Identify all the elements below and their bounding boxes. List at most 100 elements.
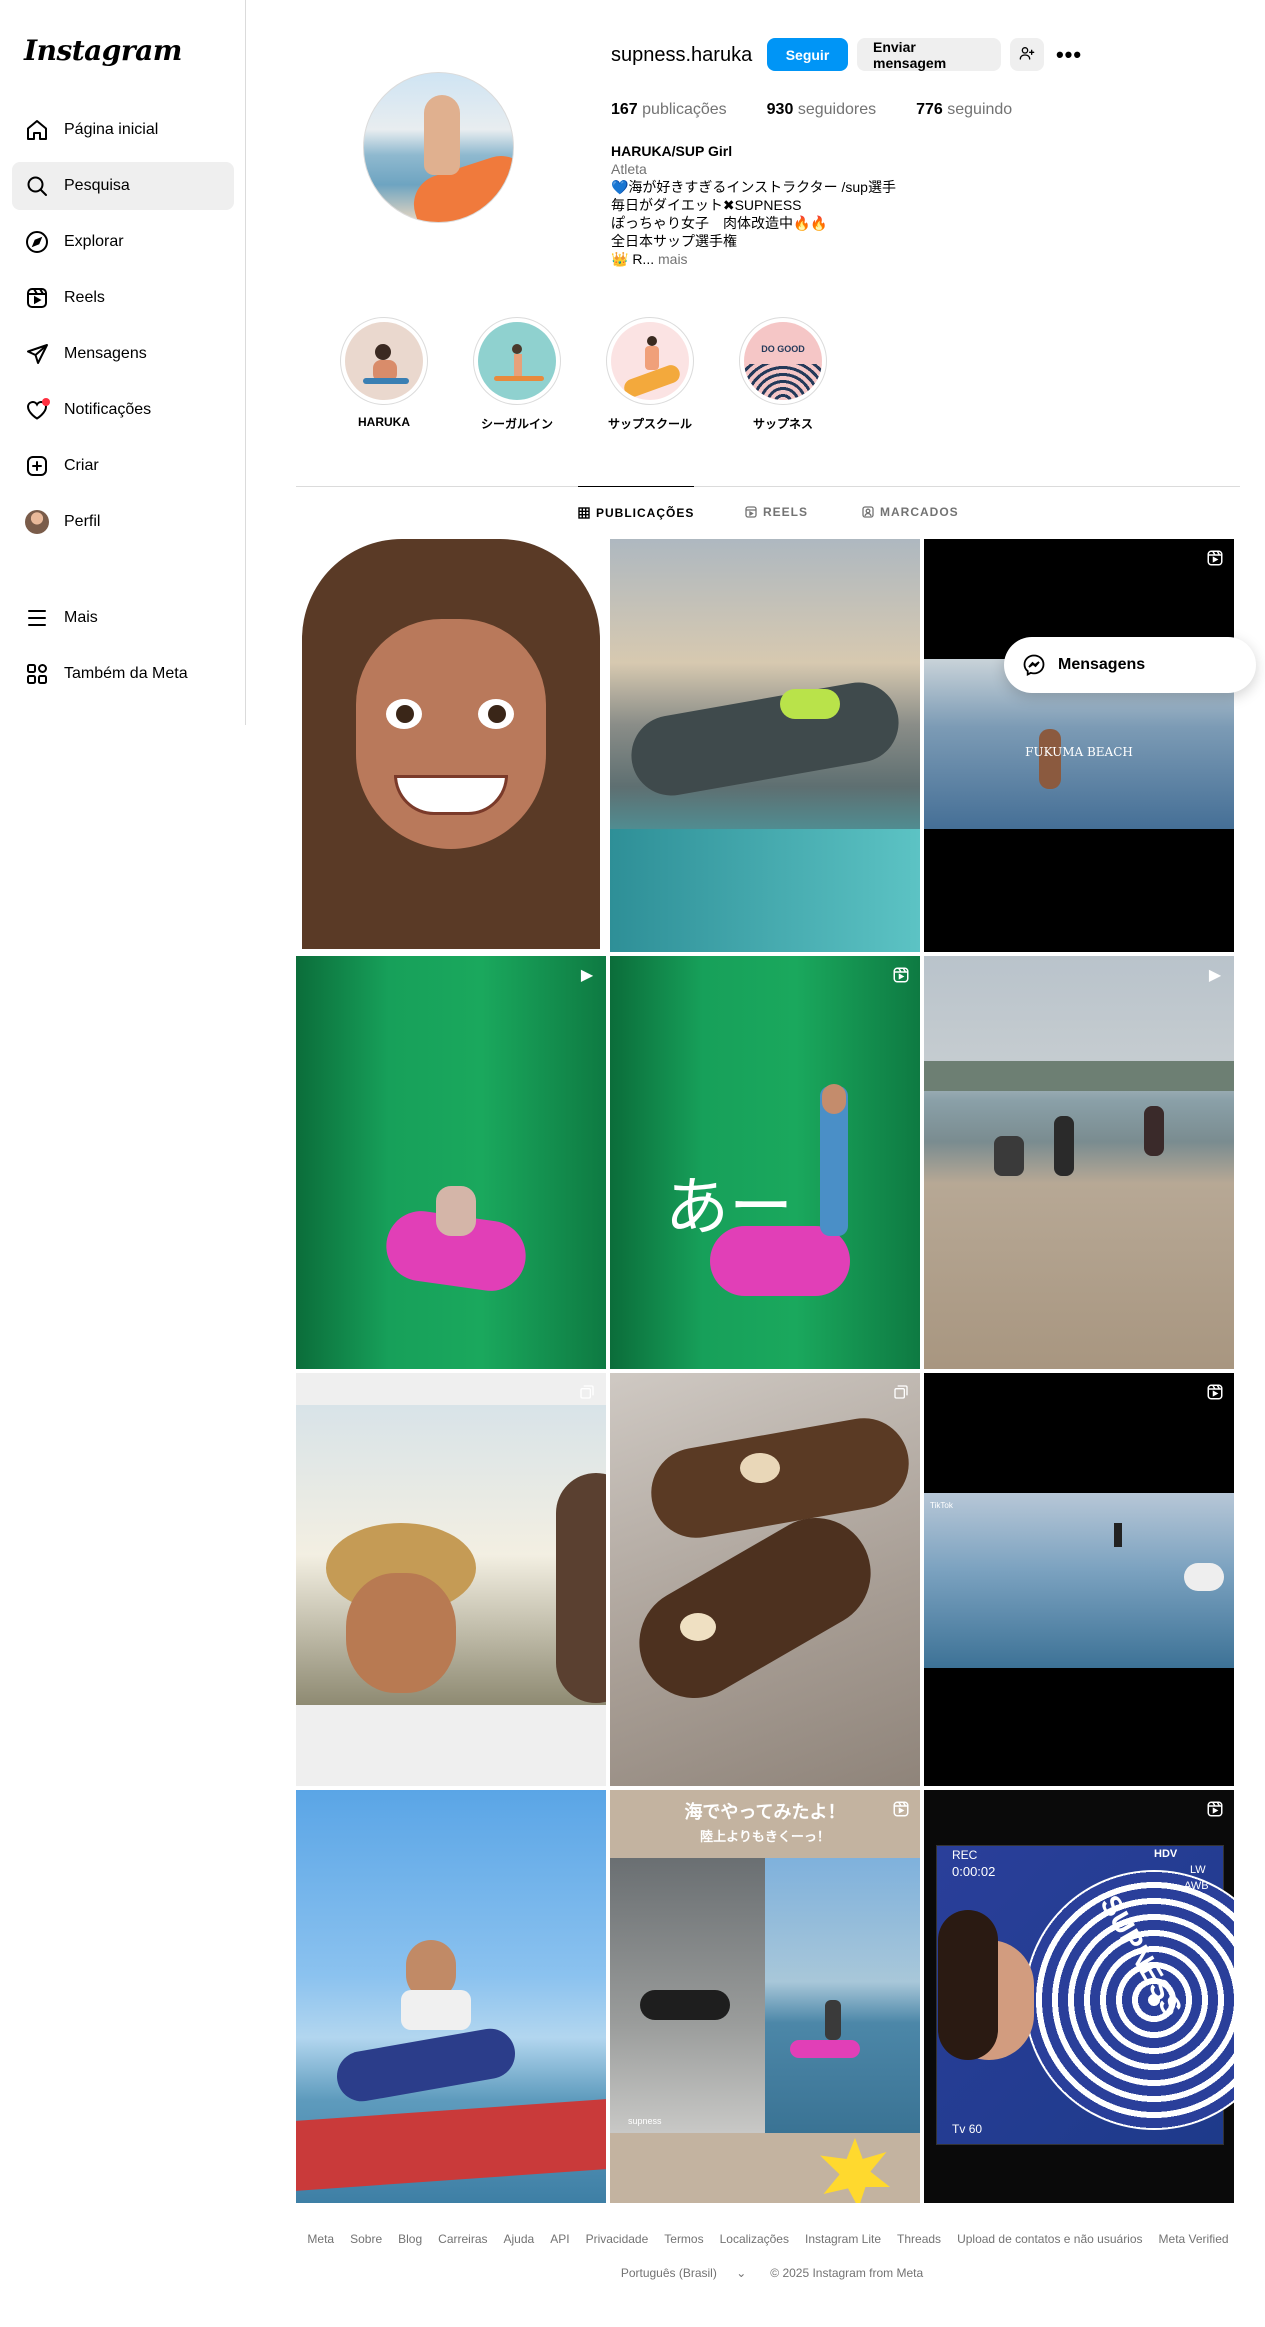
sidebar-item-label: Mais bbox=[64, 609, 98, 626]
camera-timecode: 0:00:02 bbox=[952, 1864, 996, 1879]
sidebar-item-label: Também da Meta bbox=[64, 665, 188, 682]
post-thumbnail[interactable]: ▶ bbox=[296, 956, 606, 1369]
sidebar-item-messages[interactable]: Mensagens bbox=[12, 330, 234, 378]
footer-link[interactable]: Meta Verified bbox=[1159, 2232, 1229, 2246]
footer-link[interactable]: Blog bbox=[398, 2232, 422, 2246]
footer-link[interactable]: Threads bbox=[897, 2232, 941, 2246]
meta-apps-icon bbox=[24, 661, 50, 687]
post-thumbnail[interactable] bbox=[296, 1790, 606, 2203]
footer-link[interactable]: Localizações bbox=[720, 2232, 789, 2246]
post-thumbnail[interactable] bbox=[610, 539, 920, 952]
post-thumbnail[interactable]: FUKUMA BEACH bbox=[924, 539, 1234, 952]
footer-link[interactable]: Privacidade bbox=[586, 2232, 649, 2246]
send-message-button[interactable]: Enviar mensagem bbox=[857, 38, 1001, 71]
profile-full-name: HARUKA/SUP Girl bbox=[611, 143, 733, 159]
bio-line: ぽっちゃり女子 肉体改造中🔥🔥 bbox=[611, 215, 828, 231]
suggest-users-button[interactable] bbox=[1010, 38, 1044, 71]
add-user-icon bbox=[1019, 45, 1035, 64]
messenger-icon bbox=[1023, 654, 1045, 676]
footer-link[interactable]: Instagram Lite bbox=[805, 2232, 881, 2246]
sidebar-item-label: Reels bbox=[64, 289, 105, 306]
heart-icon bbox=[24, 397, 50, 423]
more-options-icon[interactable]: ••• bbox=[1055, 42, 1083, 67]
sidebar-item-notifications[interactable]: Notificações bbox=[12, 386, 234, 434]
menu-icon bbox=[24, 605, 50, 631]
sidebar-item-reels[interactable]: Reels bbox=[12, 274, 234, 322]
post-caption-overlay: FUKUMA BEACH bbox=[1025, 745, 1133, 759]
home-icon bbox=[24, 117, 50, 143]
bio-more-link[interactable]: mais bbox=[658, 251, 688, 267]
reel-icon bbox=[1204, 1798, 1226, 1820]
sidebar-item-more[interactable]: Mais bbox=[12, 594, 234, 642]
bio-line: 毎日がダイエット✖︎SUPNESS bbox=[611, 197, 802, 213]
tab-posts[interactable]: PUBLICAÇÕES bbox=[578, 486, 695, 538]
highlight-item[interactable]: HARUKA bbox=[339, 317, 429, 429]
post-thumbnail[interactable]: TikTok bbox=[924, 1373, 1234, 1786]
reel-icon bbox=[1204, 547, 1226, 569]
highlight-item[interactable]: シーガルイン bbox=[472, 317, 562, 432]
camera-lw-label: LW bbox=[1190, 1864, 1206, 1876]
plus-square-icon bbox=[24, 453, 50, 479]
footer-link[interactable]: Carreiras bbox=[438, 2232, 487, 2246]
follow-button[interactable]: Seguir bbox=[767, 38, 848, 71]
tab-reels[interactable]: REELS bbox=[745, 486, 808, 538]
post-thumbnail[interactable]: SUPNESS REC 0:00:02 HDV LW AWB Tv 60 bbox=[924, 1790, 1234, 2203]
highlight-item[interactable]: DO GOOD サップネス bbox=[738, 317, 828, 432]
footer-link[interactable]: Sobre bbox=[350, 2232, 382, 2246]
following-count[interactable]: 776 seguindo bbox=[916, 101, 1012, 119]
search-icon bbox=[24, 173, 50, 199]
direct-icon bbox=[24, 341, 50, 367]
tab-tagged[interactable]: MARCADOS bbox=[862, 486, 959, 538]
post-watermark: supness bbox=[628, 2116, 662, 2126]
sidebar: Instagram Página inicial Pesquisa Explor… bbox=[0, 0, 246, 725]
instagram-logo[interactable]: Instagram bbox=[24, 34, 182, 67]
post-thumbnail[interactable] bbox=[610, 1373, 920, 1786]
sidebar-item-profile[interactable]: Perfil bbox=[12, 498, 234, 546]
followers-count[interactable]: 930 seguidores bbox=[767, 101, 876, 119]
compass-icon bbox=[24, 229, 50, 255]
footer-bottom: Português (Brasil) ⌄ © 2025 Instagram fr… bbox=[296, 2266, 1240, 2280]
floating-messages-button[interactable]: Mensagens bbox=[1004, 637, 1256, 693]
reel-icon bbox=[890, 964, 912, 986]
camera-hdv-label: HDV bbox=[1154, 1848, 1178, 1860]
sidebar-item-label: Pesquisa bbox=[64, 177, 130, 194]
highlight-label: HARUKA bbox=[358, 415, 410, 429]
post-watermark: TikTok bbox=[930, 1501, 953, 1510]
post-thumbnail[interactable]: 海でやってみたよ！ 陸上よりもきくーっ！ supness bbox=[610, 1790, 920, 2203]
profile-picture[interactable] bbox=[363, 72, 514, 223]
post-thumbnail[interactable]: あー bbox=[610, 956, 920, 1369]
sidebar-item-explore[interactable]: Explorar bbox=[12, 218, 234, 266]
posts-count[interactable]: 167 publicações bbox=[611, 101, 727, 119]
highlight-item[interactable]: サップスクール bbox=[605, 317, 695, 432]
camera-rec-label: REC bbox=[952, 1848, 978, 1862]
footer-link[interactable]: API bbox=[550, 2232, 569, 2246]
footer-link[interactable]: Meta bbox=[307, 2232, 334, 2246]
copyright-text: © 2025 Instagram from Meta bbox=[770, 2266, 924, 2280]
highlight-cover-text: DO GOOD bbox=[761, 344, 805, 354]
bio-line: 💙海が好きすぎるインストラクター /sup選手 bbox=[611, 179, 896, 195]
footer-link[interactable]: Upload de contatos e não usuários bbox=[957, 2232, 1142, 2246]
sidebar-item-create[interactable]: Criar bbox=[12, 442, 234, 490]
reels-icon bbox=[24, 285, 50, 311]
footer-link[interactable]: Ajuda bbox=[504, 2232, 535, 2246]
play-icon: ▶ bbox=[1208, 967, 1222, 984]
carousel-icon bbox=[576, 1381, 598, 1403]
post-thumbnail[interactable] bbox=[296, 539, 606, 952]
footer-link[interactable]: Termos bbox=[664, 2232, 703, 2246]
post-thumbnail[interactable] bbox=[296, 1373, 606, 1786]
sidebar-item-home[interactable]: Página inicial bbox=[12, 106, 234, 154]
grid-icon bbox=[578, 506, 590, 519]
post-caption-overlay: 陸上よりもきくーっ！ bbox=[700, 1829, 830, 1844]
avatar bbox=[24, 509, 50, 535]
post-thumbnail[interactable]: ▶ bbox=[924, 956, 1234, 1369]
sidebar-item-search[interactable]: Pesquisa bbox=[12, 162, 234, 210]
sidebar-item-label: Página inicial bbox=[64, 121, 159, 138]
language-selector[interactable]: Português (Brasil) ⌄ bbox=[613, 2266, 754, 2280]
highlight-label: サップスクール bbox=[607, 417, 692, 431]
post-caption-overlay: 海でやってみたよ！ bbox=[684, 1802, 846, 1822]
camera-awb-label: AWB bbox=[1184, 1880, 1209, 1892]
sidebar-item-also-from-meta[interactable]: Também da Meta bbox=[12, 650, 234, 698]
camera-tv-readout: Tv 60 bbox=[952, 2122, 983, 2136]
highlight-label: シーガルイン bbox=[480, 417, 553, 431]
post-caption-overlay: あー bbox=[665, 1171, 793, 1245]
